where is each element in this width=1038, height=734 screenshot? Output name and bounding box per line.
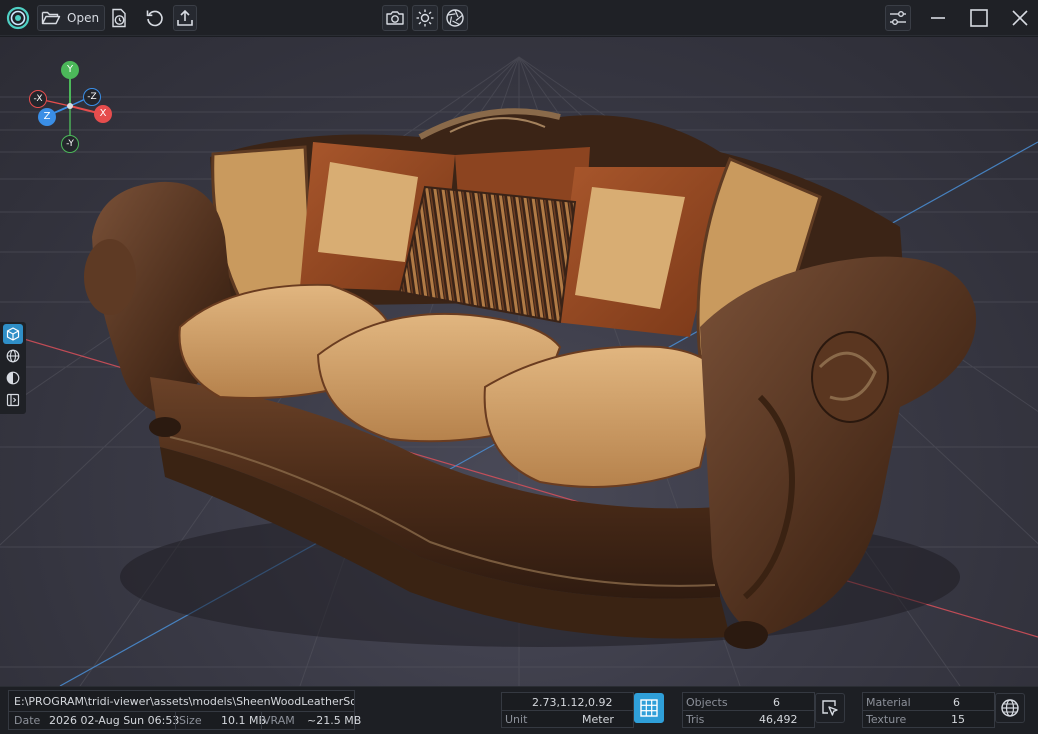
axis-z-positive[interactable]: Z — [38, 108, 56, 126]
file-path: E:\PROGRAM\tridi-viewer\assets\models\Sh… — [14, 695, 354, 708]
upload-icon — [177, 9, 193, 26]
sliders-icon — [890, 11, 906, 25]
3d-viewport[interactable]: Y -Y X -X Z -Z — [0, 37, 1038, 686]
unit-label: Unit — [505, 713, 528, 726]
sun-icon — [416, 9, 434, 27]
sidebar-panel-icon — [6, 393, 20, 407]
axis-y-positive[interactable]: Y — [61, 61, 79, 79]
open-button[interactable]: Open — [37, 5, 105, 31]
shading-button[interactable] — [3, 368, 23, 388]
reload-button[interactable] — [142, 5, 168, 31]
folder-open-icon — [41, 11, 61, 25]
coordinates-panel: 2.73,1.12,0.92 Unit Meter — [501, 692, 634, 728]
material-value: 6 — [953, 696, 960, 709]
tris-value: 46,492 — [759, 713, 798, 726]
half-circle-icon — [6, 371, 20, 385]
grid-toggle-button[interactable] — [634, 693, 664, 723]
material-stats-panel: Material 6 Texture 15 — [862, 692, 995, 728]
status-bar: E:\PROGRAM\tridi-viewer\assets\models\Sh… — [0, 686, 1038, 734]
cursor-coordinates: 2.73,1.12,0.92 — [532, 696, 613, 709]
panel-toggle-button[interactable] — [3, 390, 23, 410]
scene-stats-panel: Objects 6 Tris 46,492 — [682, 692, 815, 728]
axis-gizmo[interactable]: Y -Y X -X Z -Z — [24, 59, 120, 155]
cube-icon — [6, 327, 20, 341]
tris-label: Tris — [686, 713, 705, 726]
globe-icon — [6, 349, 20, 363]
file-history-icon — [112, 8, 126, 28]
texture-label: Texture — [866, 713, 907, 726]
close-icon — [1012, 10, 1028, 26]
scene-render — [0, 56, 1038, 686]
environment-map-button[interactable] — [995, 693, 1025, 723]
vram-label: VRAM — [263, 714, 295, 727]
select-tool-button[interactable] — [815, 693, 845, 723]
settings-button[interactable] — [885, 5, 911, 31]
screenshot-button[interactable] — [382, 5, 408, 31]
vram-value: ~21.5 MB — [307, 714, 362, 727]
unit-value: Meter — [582, 713, 614, 726]
open-button-label: Open — [67, 11, 100, 25]
maximize-button[interactable] — [967, 5, 991, 31]
app-logo-icon[interactable] — [4, 5, 32, 31]
axis-y-negative[interactable]: -Y — [61, 135, 79, 153]
axis-x-positive[interactable]: X — [94, 105, 112, 123]
axis-z-negative[interactable]: -Z — [83, 88, 101, 106]
size-label: Size — [179, 714, 202, 727]
maximize-icon — [970, 9, 988, 27]
view-mode-toolbar — [0, 322, 26, 414]
view-cube-button[interactable] — [3, 324, 23, 344]
date-value: 2026 02-Aug Sun 06:53 — [49, 714, 180, 727]
texture-value: 15 — [951, 713, 965, 726]
axis-x-negative[interactable]: -X — [29, 90, 47, 108]
camera-settings-button[interactable] — [442, 5, 468, 31]
grid-icon — [640, 699, 658, 717]
camera-icon — [386, 11, 404, 25]
aperture-icon — [446, 9, 464, 27]
export-button[interactable] — [173, 5, 197, 31]
material-label: Material — [866, 696, 911, 709]
recent-files-button[interactable] — [107, 5, 131, 31]
environment-button[interactable] — [3, 346, 23, 366]
cursor-select-icon — [822, 700, 838, 716]
minimize-button[interactable] — [926, 5, 950, 31]
globe-icon — [1001, 699, 1019, 717]
file-info-panel: E:\PROGRAM\tridi-viewer\assets\models\Sh… — [8, 690, 361, 730]
objects-label: Objects — [686, 696, 728, 709]
minimize-icon — [931, 17, 945, 19]
lighting-button[interactable] — [412, 5, 438, 31]
title-bar: Open — [0, 0, 1038, 36]
size-value: 10.1 MB — [221, 714, 267, 727]
date-label: Date — [14, 714, 41, 727]
reload-icon — [146, 10, 163, 27]
close-button[interactable] — [1008, 5, 1032, 31]
objects-value: 6 — [773, 696, 780, 709]
